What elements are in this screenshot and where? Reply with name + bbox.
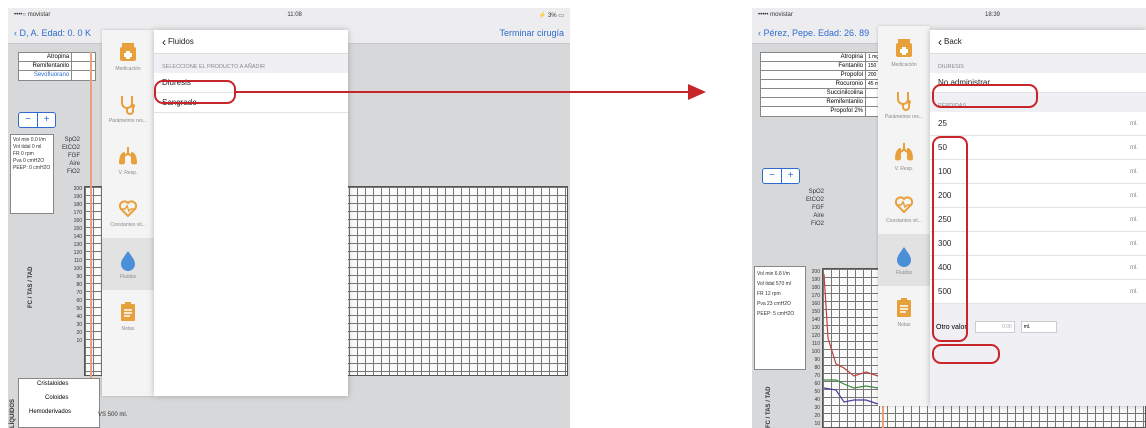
sidebar-item-fluidos[interactable]: Fluidos [878, 234, 930, 286]
gas-label: FGF [68, 153, 80, 159]
time-cursor[interactable] [90, 52, 92, 428]
sidebar-item-constantes[interactable]: Constantes vit... [102, 186, 154, 238]
highlight-diuresis [154, 80, 236, 104]
gas-label: EtCO2 [61, 145, 80, 151]
vital-item: Vol min 0.0 l/m [13, 137, 46, 143]
sidebar-item-parametros[interactable]: Parámetros res... [102, 82, 154, 134]
status-bar: ••••• movistar 18:39 [752, 8, 1146, 22]
vitals-scale: 200 190 180 170 160 150 140 130 120 110 100 90… [811, 269, 820, 427]
sidebar-item-fluidos[interactable]: Fluidos [102, 238, 154, 290]
stethoscope-icon [121, 95, 135, 115]
other-value-input[interactable]: 0.00 [974, 321, 1015, 333]
module-sidebar: Medicación Parámetros res... V. Resp. Co… [878, 26, 930, 406]
fluid-note: VS 500 ml. [98, 412, 128, 418]
vital-item: PEEP: 0 cmH2O [13, 165, 51, 171]
left-screenshot: ••••○ movistar 11:08 ⚡ 3% ▭ ‹ D, A. Edad… [8, 8, 570, 428]
axis-label: FC / TAS / TAD [766, 386, 772, 428]
chevron-left-icon: ‹ [938, 34, 942, 49]
right-screenshot: ••••• movistar 18:39 ‹ Pérez, Pepe. Edad… [752, 8, 1146, 428]
fluid-item[interactable]: Coloides [19, 389, 99, 403]
ventilation-box: Vol min 0.0 l/m Vol tidal 0 ml FR 0 rpm … [10, 134, 54, 214]
axis-label: FC / TAS / TAD [28, 266, 34, 308]
notes-icon [121, 301, 135, 321]
vitals-scale: 200 190 180 170 160 150 140 130 120 110 100 90… [73, 186, 82, 344]
gas-label: Aire [69, 161, 80, 167]
notes-icon [897, 297, 911, 317]
end-surgery-button[interactable]: Terminar cirugía [499, 28, 564, 38]
carrier: ••••○ movistar [14, 12, 51, 18]
patient-back-button[interactable]: ‹ D, A. Edad: 0. 0 K [14, 28, 91, 38]
ventilation-box: Vol min 6.8 l/m Vol tidal 570 ml FR 12 r… [754, 266, 806, 370]
fluids-table: Cristaloides Coloides Hemoderivados [18, 378, 100, 428]
carrier: ••••• movistar [758, 12, 793, 18]
drug-name[interactable]: Atropina [19, 53, 73, 61]
sidebar-item-notas[interactable]: Notas [878, 286, 930, 338]
zoom-stepper[interactable]: − + [762, 168, 800, 184]
heart-pulse-icon [118, 199, 138, 217]
medication-icon [896, 38, 912, 57]
fluids-back-button[interactable]: ‹ Fluidos [154, 30, 348, 54]
gas-labels: SpO2 EtCO2 FGF Aire FiO2 [56, 136, 80, 176]
section-header: SELECCIONE EL PRODUCTO A AÑADIR [154, 54, 348, 73]
heart-rate-trend [823, 273, 879, 377]
clock: 18:39 [984, 12, 1000, 18]
fluids-side-label: LÍQUIDOS [10, 398, 16, 428]
plus-icon[interactable]: + [37, 113, 55, 127]
battery: ⚡ 3% ▭ [538, 12, 564, 19]
gas-label: SpO2 [64, 137, 80, 143]
sidebar-item-resp[interactable]: V. Resp. [878, 130, 930, 182]
highlight-no-administrar [932, 84, 1038, 108]
chevron-left-icon: ‹ [162, 34, 166, 49]
zoom-stepper[interactable]: − + [18, 112, 56, 128]
amount-option[interactable]: 25 ml. [930, 112, 1146, 136]
sidebar-item-notas[interactable]: Notas [102, 290, 154, 342]
sidebar-item-constantes[interactable]: Constantes vit... [878, 182, 930, 234]
lungs-icon [895, 142, 913, 160]
minus-icon[interactable]: − [19, 113, 37, 127]
module-sidebar: Medicación Parámetros res... V. Resp. Co… [102, 30, 154, 396]
panel-back-button[interactable]: ‹ Back [930, 30, 1146, 54]
fluid-item[interactable]: Cristaloides [19, 379, 99, 389]
sidebar-item-parametros[interactable]: Parámetros res... [878, 78, 930, 130]
sidebar-item-medicacion[interactable]: Medicación [878, 26, 930, 78]
diastolic-trend [823, 387, 879, 405]
status-bar: ••••○ movistar 11:08 ⚡ 3% ▭ [8, 8, 570, 22]
heart-pulse-icon [894, 195, 914, 213]
systolic-trend [824, 379, 879, 389]
lungs-icon [119, 146, 137, 164]
other-value-unit-select[interactable]: ml. [1020, 321, 1057, 333]
vital-item: FR 0 rpm [13, 151, 34, 157]
highlight-amounts [932, 136, 968, 342]
diuresis-header: DIURESIS [930, 54, 1146, 73]
stethoscope-icon [897, 91, 911, 111]
drug-table: Atropina Remifentanilo Sevofluorano [18, 52, 96, 81]
minus-icon[interactable]: − [763, 169, 781, 183]
arrow-head-icon [688, 84, 706, 100]
water-drop-icon [121, 250, 135, 271]
vital-item: Pva 0 cmH2O [13, 158, 45, 164]
gas-label: FiO2 [66, 169, 80, 175]
drug-name[interactable]: Sevofluorano [19, 71, 73, 80]
sidebar-item-medicacion[interactable]: Medicación [102, 30, 154, 82]
fluid-item[interactable]: Hemoderivados [19, 403, 99, 417]
gas-labels: SpO2 EtCO2 FGF Aire FiO2 [805, 189, 824, 227]
water-drop-icon [897, 246, 911, 267]
vital-item: Vol tidal 0 ml [13, 144, 42, 150]
medication-icon [120, 42, 136, 61]
highlight-other-value [932, 344, 1000, 364]
drug-name[interactable]: Remifentanilo [19, 62, 73, 70]
plus-icon[interactable]: + [781, 169, 799, 183]
clock: 11:08 [287, 12, 302, 18]
patient-back-button[interactable]: ‹ Pérez, Pepe. Edad: 26. 89 [758, 28, 869, 38]
sidebar-item-resp[interactable]: V. Resp. [102, 134, 154, 186]
